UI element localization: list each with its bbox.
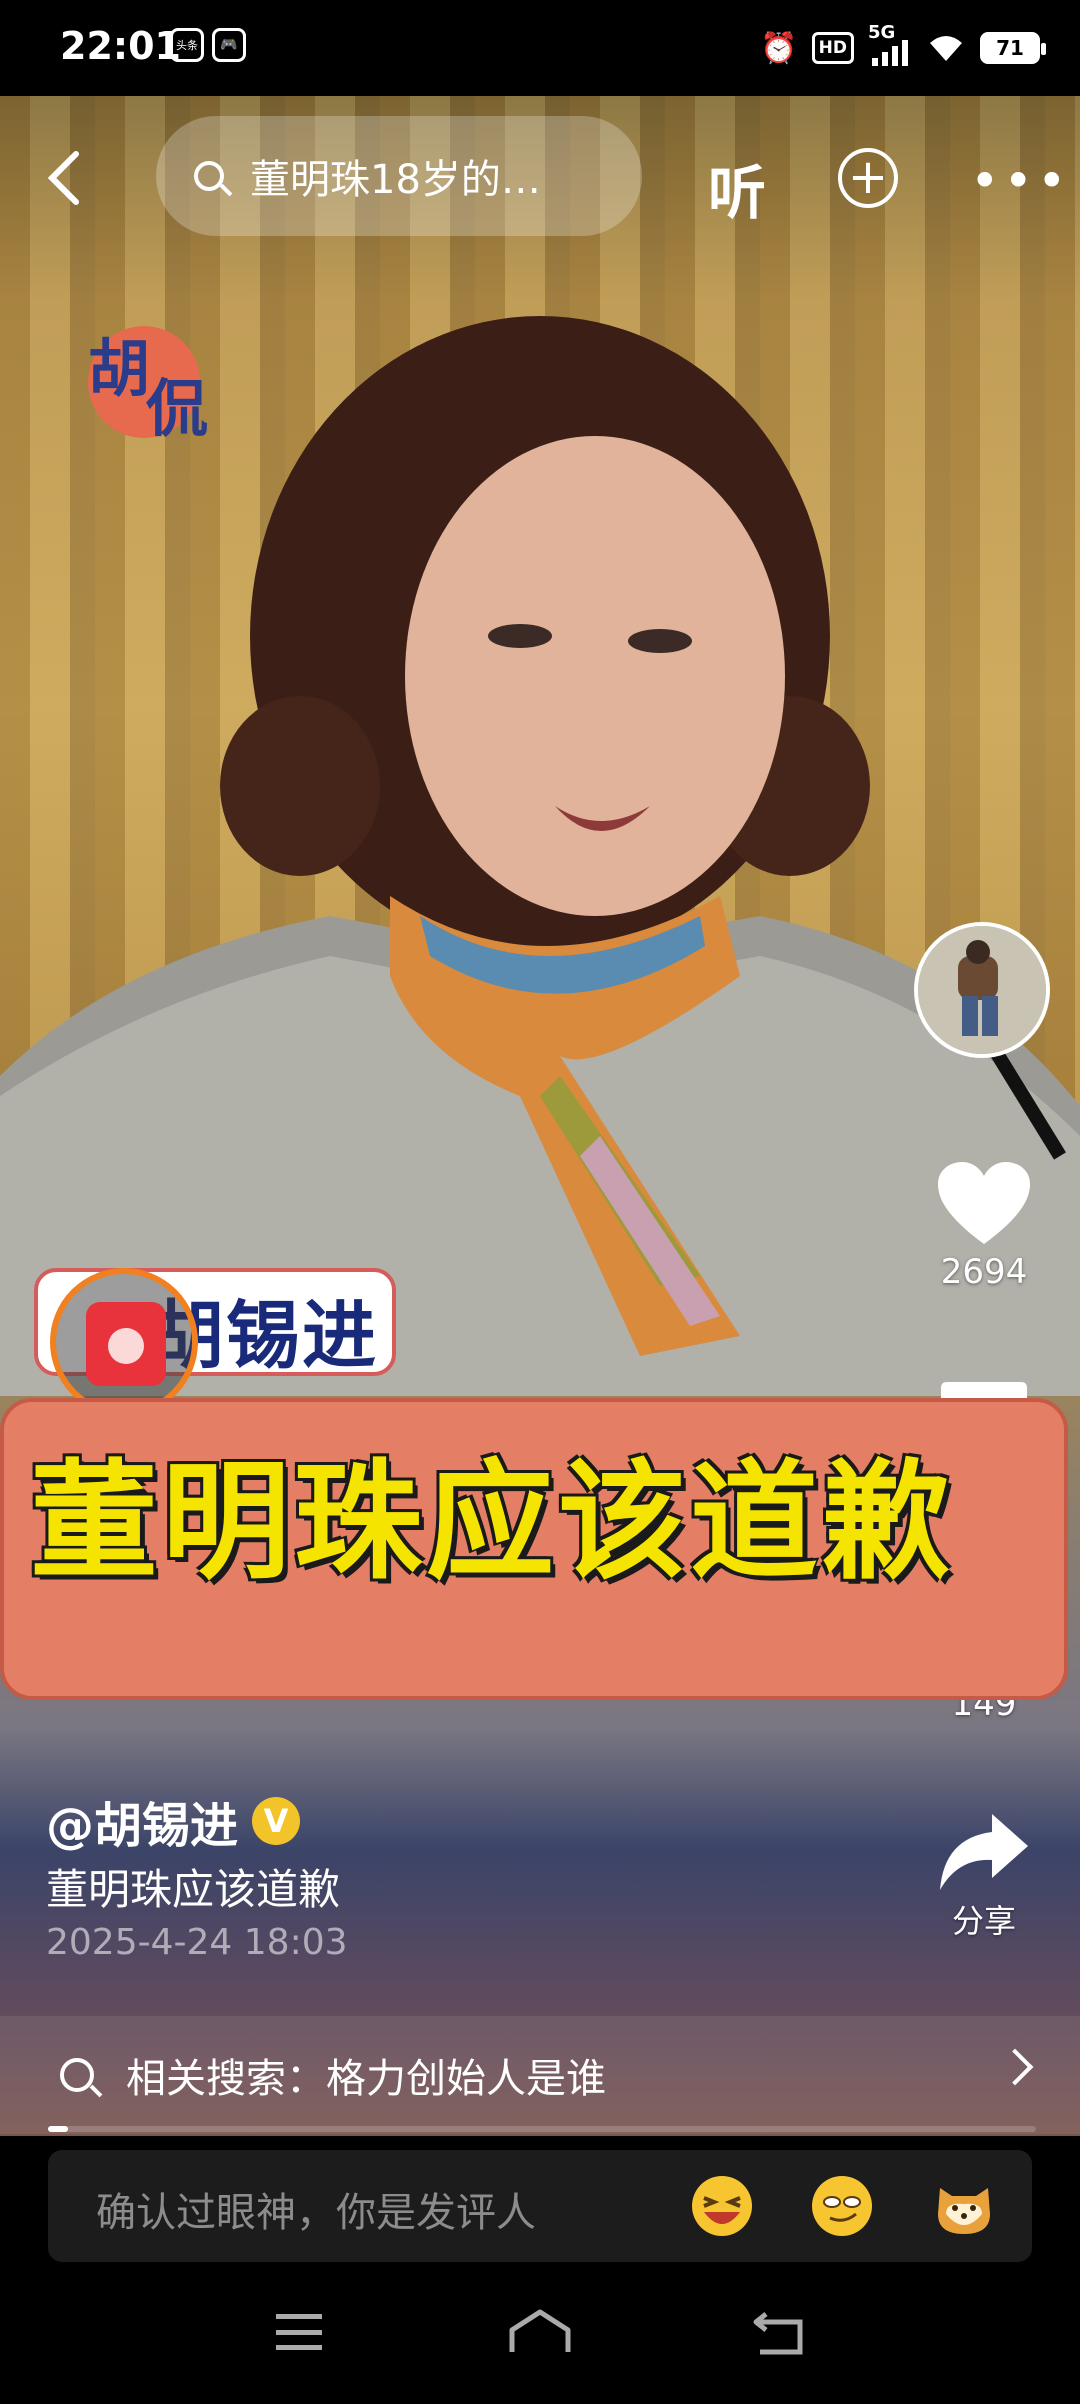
back-button[interactable] — [44, 148, 92, 208]
shiba-dog-emoji-icon[interactable] — [932, 2174, 996, 2238]
recent-apps-button[interactable] — [276, 2314, 322, 2350]
video-frame-person — [0, 316, 1080, 1396]
heart-icon — [938, 1162, 1030, 1244]
video-description: 董明珠应该道歉 — [46, 1865, 341, 1914]
alarm-icon: ⏰ — [760, 30, 798, 66]
video-date: 2025-4-24 18:03 — [46, 1922, 348, 1963]
back-nav-button[interactable] — [752, 2310, 806, 2356]
red-packet-icon — [86, 1302, 166, 1386]
related-search-icon — [60, 2058, 94, 2092]
video-progress-fill — [48, 2126, 68, 2132]
battery-level: 71 — [996, 36, 1024, 60]
video-progress-bar[interactable] — [48, 2126, 1036, 2132]
listen-button[interactable]: 听 — [708, 146, 766, 230]
svg-text:侃: 侃 — [146, 372, 208, 442]
more-dots-icon: ••• — [970, 152, 1071, 210]
status-time: 22:01 — [60, 24, 181, 68]
search-query: 董明珠18岁的… — [250, 157, 541, 203]
comment-placeholder: 确认过眼神，你是发评人 — [96, 2190, 536, 2236]
search-icon — [194, 161, 224, 191]
chevron-left-icon — [47, 151, 79, 205]
game-app-icon: 🎮 — [212, 28, 246, 62]
author-name: @胡锡进 — [46, 1798, 239, 1854]
svg-text:胡: 胡 — [88, 332, 150, 405]
like-count: 2694 — [940, 1252, 1028, 1292]
status-bar: 22:01 头条 🎮 ⏰ HD 5G 71 — [0, 0, 1080, 96]
more-button[interactable]: ••• — [970, 152, 1070, 210]
5g-signal-icon: 5G — [868, 22, 912, 68]
author-avatar[interactable] — [914, 922, 1050, 1058]
author-name-link[interactable]: @胡锡进 V — [46, 1786, 301, 1856]
toutiao-app-label: 头条 — [176, 39, 198, 52]
comment-input[interactable]: 确认过眼神，你是发评人 — [48, 2150, 1032, 2262]
related-search-bar[interactable]: 相关搜索：格力创始人是谁 — [0, 2016, 1080, 2134]
share-arrow-icon — [940, 1814, 1028, 1890]
search-box[interactable]: 董明珠18岁的… — [156, 116, 642, 236]
game-app-label: 🎮 — [220, 37, 238, 53]
related-search-text: 相关搜索：格力创始人是谁 — [126, 2056, 606, 2102]
smug-emoji-icon[interactable] — [810, 2174, 874, 2238]
channel-logo: 胡 侃 — [88, 326, 208, 442]
laughing-emoji-icon[interactable] — [690, 2174, 754, 2238]
network-label: 5G — [868, 22, 896, 43]
share-button[interactable]: 分享 — [920, 1812, 1048, 1942]
battery-icon: 71 — [980, 32, 1046, 64]
hd-icon: HD — [811, 32, 854, 64]
home-button[interactable] — [508, 2308, 572, 2358]
toutiao-app-icon: 头条 — [170, 28, 204, 62]
add-button[interactable]: + — [838, 148, 898, 208]
wifi-icon — [930, 36, 962, 61]
chevron-right-icon — [996, 2048, 1034, 2086]
like-button[interactable]: 2694 — [920, 1160, 1048, 1292]
red-packet-button[interactable] — [50, 1268, 198, 1416]
verified-badge-icon: V — [252, 1797, 301, 1845]
plus-icon: + — [847, 149, 889, 205]
subtitle-banner-text: 董明珠应该道歉 — [30, 1448, 955, 1597]
share-label: 分享 — [951, 1902, 1016, 1940]
system-nav-bar — [0, 2270, 1080, 2404]
